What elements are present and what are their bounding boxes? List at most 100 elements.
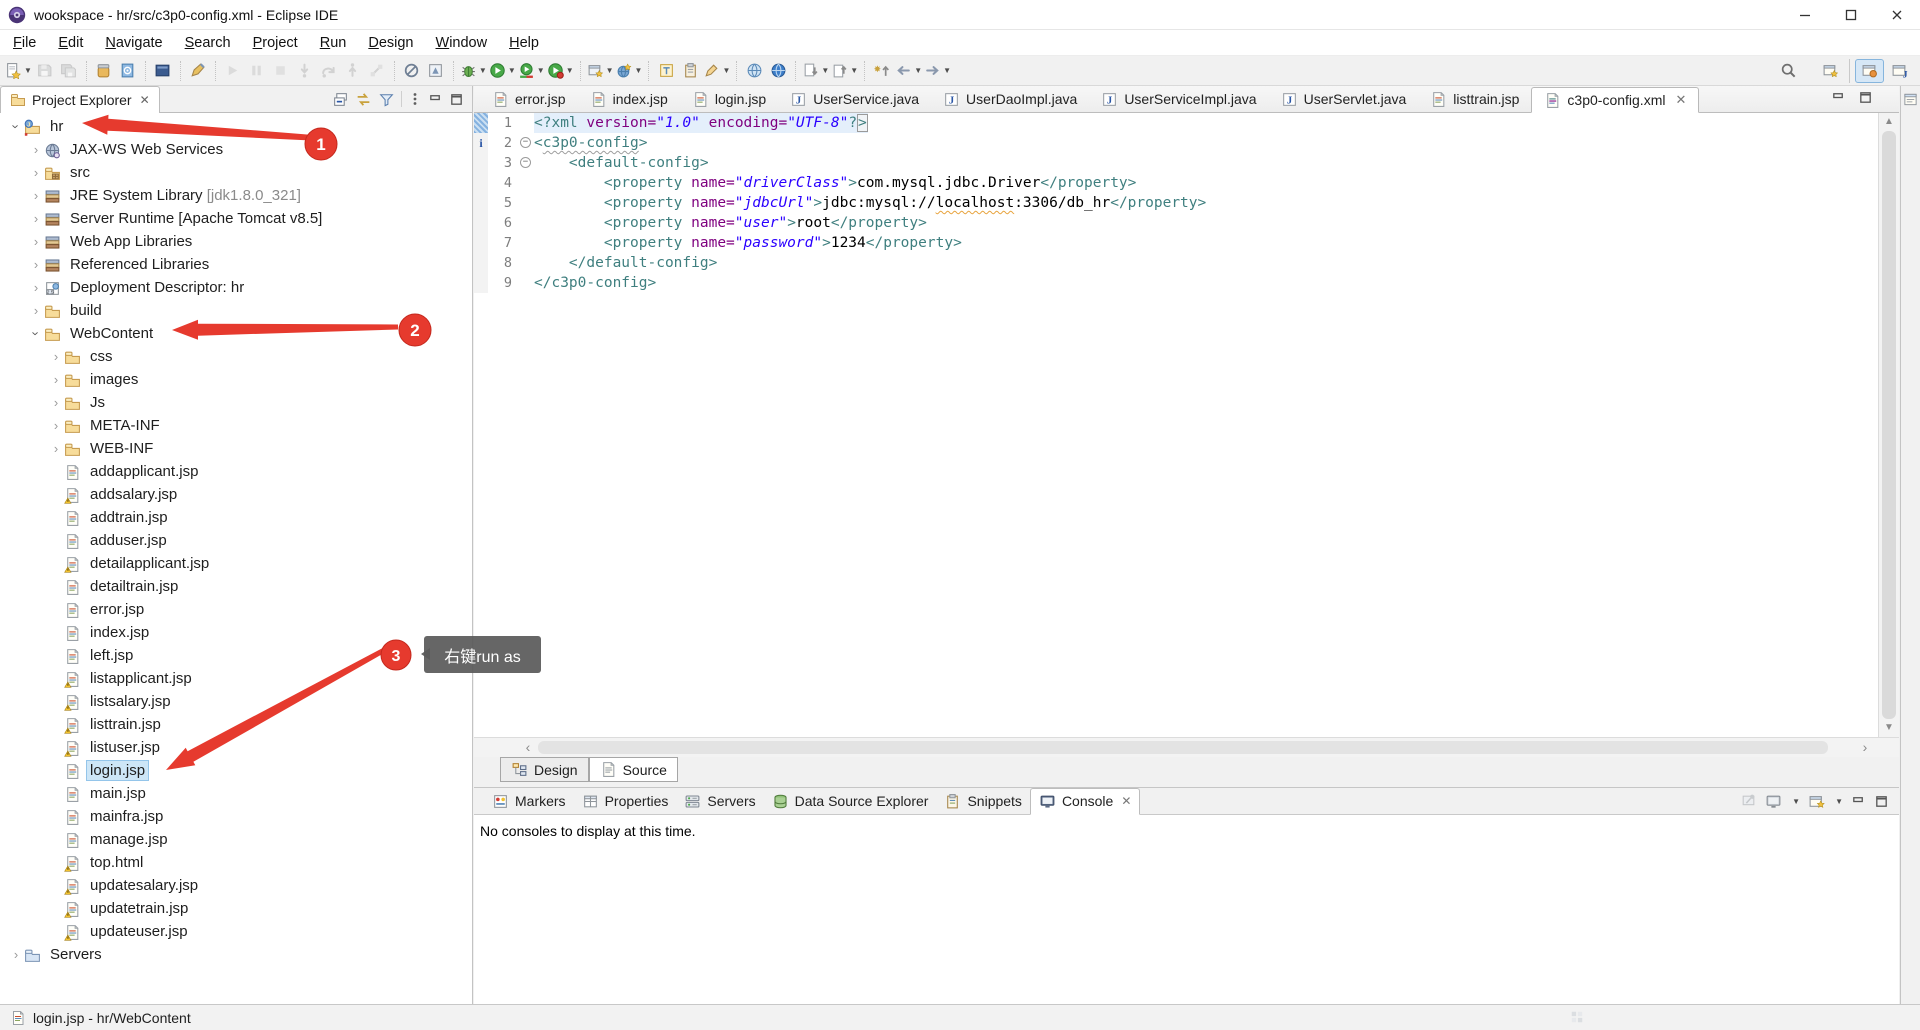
mark-occurrences-button[interactable]: ▼ xyxy=(703,59,730,83)
scroll-up-arrow[interactable]: ▲ xyxy=(1879,113,1899,131)
tree-item-meta-inf[interactable]: › META-INF xyxy=(0,414,472,437)
minimize-view-button[interactable] xyxy=(428,92,443,107)
chevron-expanded-icon[interactable]: › xyxy=(9,119,24,135)
scroll-left-arrow[interactable]: ‹ xyxy=(520,738,536,758)
web-service-button[interactable]: ▼ xyxy=(616,59,643,83)
page-tab-design[interactable]: Design xyxy=(500,757,589,782)
step-return-button[interactable] xyxy=(342,59,364,83)
dropdown-arrow-icon[interactable]: ▼ xyxy=(722,66,730,75)
browser-blue-button[interactable] xyxy=(767,59,789,83)
chevron-collapsed-icon[interactable]: › xyxy=(28,188,44,203)
menu-item-file[interactable]: File xyxy=(2,30,47,56)
tree-item-css[interactable]: › css xyxy=(0,345,472,368)
debug-button[interactable]: ▼ xyxy=(460,59,487,83)
editor-tab-userdaoimpl-java[interactable]: J UserDaoImpl.java xyxy=(931,86,1089,112)
tree-item-hr[interactable]: › Jhr xyxy=(0,115,472,138)
search-button[interactable] xyxy=(1775,59,1802,83)
tree-item-addapplicant-jsp[interactable]: addapplicant.jsp xyxy=(0,460,472,483)
window-maximize-button[interactable] xyxy=(1828,0,1874,30)
back-button[interactable]: ▼ xyxy=(895,59,922,83)
run-button[interactable]: ▼ xyxy=(489,59,516,83)
chevron-collapsed-icon[interactable]: › xyxy=(48,372,64,387)
open-perspective-button[interactable] xyxy=(1817,58,1850,83)
tree-item-updatesalary-jsp[interactable]: updatesalary.jsp xyxy=(0,874,472,897)
dropdown-arrow-icon[interactable]: ▼ xyxy=(24,66,32,75)
chevron-collapsed-icon[interactable]: › xyxy=(28,142,44,157)
tree-item-addtrain-jsp[interactable]: addtrain.jsp xyxy=(0,506,472,529)
restore-outline-view-button[interactable] xyxy=(1903,92,1918,107)
console-tab-markers[interactable]: Markers xyxy=(484,788,574,815)
chevron-collapsed-icon[interactable]: › xyxy=(28,165,44,180)
page-tab-source[interactable]: Source xyxy=(588,757,678,782)
next-annotation-button[interactable]: ▼ xyxy=(802,59,829,83)
editor-tab-userservice-java[interactable]: J UserService.java xyxy=(778,86,931,112)
tree-item-listsalary-jsp[interactable]: listsalary.jsp xyxy=(0,690,472,713)
fold-collapse-icon[interactable]: − xyxy=(518,153,534,173)
tree-item-listapplicant-jsp[interactable]: listapplicant.jsp xyxy=(0,667,472,690)
tree-item-images[interactable]: › images xyxy=(0,368,472,391)
skip-breakpoints-button[interactable] xyxy=(401,59,423,83)
chevron-collapsed-icon[interactable]: › xyxy=(48,418,64,433)
tree-item-error-jsp[interactable]: error.jsp xyxy=(0,598,472,621)
tree-item-addsalary-jsp[interactable]: addsalary.jsp xyxy=(0,483,472,506)
forward-button[interactable]: ▼ xyxy=(924,59,951,83)
menu-item-help[interactable]: Help xyxy=(498,30,550,56)
tree-item-server-runtime-apache-tomcat-v8-5[interactable]: › Server Runtime [Apache Tomcat v8.5] xyxy=(0,207,472,230)
editor-tab-index-jsp[interactable]: index.jsp xyxy=(578,86,680,112)
console-tab-snippets[interactable]: Snippets xyxy=(936,788,1029,815)
java-perspective-button[interactable]: J xyxy=(1886,59,1913,83)
scrollbar-thumb[interactable] xyxy=(1882,131,1896,719)
minimize-console-button[interactable] xyxy=(1851,794,1866,809)
xml-source-editor[interactable]: 1 <?xml version="1.0" encoding="UTF-8"?> i… xyxy=(474,113,1878,737)
tree-item-build[interactable]: › build xyxy=(0,299,472,322)
dropdown-arrow-icon[interactable]: ▼ xyxy=(635,66,643,75)
fold-minus-icon[interactable]: − xyxy=(520,137,531,148)
tree-item-listuser-jsp[interactable]: listuser.jsp xyxy=(0,736,472,759)
fold-minus-icon[interactable]: − xyxy=(520,157,531,168)
dropdown-arrow-icon[interactable]: ▼ xyxy=(508,66,516,75)
editor-tab-c3p0-config-xml[interactable]: c3p0-config.xml ✕ xyxy=(1531,87,1700,113)
menu-item-project[interactable]: Project xyxy=(242,30,309,56)
console-tab-servers[interactable]: Servers xyxy=(676,788,763,815)
minimize-editor-button[interactable] xyxy=(1831,90,1846,105)
view-menu-button[interactable] xyxy=(408,91,422,107)
tree-item-mainfra-jsp[interactable]: mainfra.jsp xyxy=(0,805,472,828)
menu-item-search[interactable]: Search xyxy=(174,30,242,56)
editor-tab-userservlet-java[interactable]: J UserServlet.java xyxy=(1269,86,1419,112)
javadoc-button[interactable] xyxy=(117,59,139,83)
close-icon[interactable]: ✕ xyxy=(1121,794,1131,808)
menu-item-edit[interactable]: Edit xyxy=(47,30,94,56)
scroll-down-arrow[interactable]: ▼ xyxy=(1879,719,1899,737)
disconnect-button[interactable] xyxy=(366,59,388,83)
scroll-right-arrow[interactable]: › xyxy=(1857,738,1873,758)
tree-item-servers[interactable]: › Servers xyxy=(0,943,472,966)
tree-item-jax-ws-web-services[interactable]: › JAX-WS Web Services xyxy=(0,138,472,161)
dropdown-arrow-icon[interactable]: ▼ xyxy=(821,66,829,75)
chevron-collapsed-icon[interactable]: › xyxy=(28,234,44,249)
filter-button[interactable] xyxy=(378,91,395,108)
tree-item-src[interactable]: › src xyxy=(0,161,472,184)
dropdown-arrow-icon[interactable]: ▼ xyxy=(537,66,545,75)
new-server-button[interactable]: ▼ xyxy=(587,59,614,83)
tree-item-jre-system-library[interactable]: › JRE System Library [jdk1.8.0_321] xyxy=(0,184,472,207)
terminate-button[interactable] xyxy=(270,59,292,83)
chevron-collapsed-icon[interactable]: › xyxy=(48,395,64,410)
tree-item-webcontent[interactable]: › WebContent xyxy=(0,322,472,345)
close-icon[interactable]: ✕ xyxy=(140,93,150,107)
tree-item-detailapplicant-jsp[interactable]: detailapplicant.jsp xyxy=(0,552,472,575)
coverage-button[interactable]: ▼ xyxy=(518,59,545,83)
dropdown-arrow-icon[interactable]: ▼ xyxy=(606,66,614,75)
tree-item-deployment-descriptor-hr[interactable]: › 2.5 Deployment Descriptor: hr xyxy=(0,276,472,299)
tree-item-main-jsp[interactable]: main.jsp xyxy=(0,782,472,805)
tree-item-detailtrain-jsp[interactable]: detailtrain.jsp xyxy=(0,575,472,598)
dropdown-arrow-icon[interactable]: ▼ xyxy=(479,66,487,75)
browser-button[interactable] xyxy=(743,59,765,83)
clipboard-button[interactable] xyxy=(679,59,701,83)
project-explorer-tab[interactable]: Project Explorer ✕ xyxy=(0,85,160,113)
external-tools-button[interactable] xyxy=(425,59,447,83)
tree-item-listtrain-jsp[interactable]: listtrain.jsp xyxy=(0,713,472,736)
maximize-editor-button[interactable] xyxy=(1858,90,1873,105)
tree-item-updatetrain-jsp[interactable]: updatetrain.jsp xyxy=(0,897,472,920)
chevron-collapsed-icon[interactable]: › xyxy=(28,257,44,272)
editor-tab-error-jsp[interactable]: error.jsp xyxy=(480,86,578,112)
